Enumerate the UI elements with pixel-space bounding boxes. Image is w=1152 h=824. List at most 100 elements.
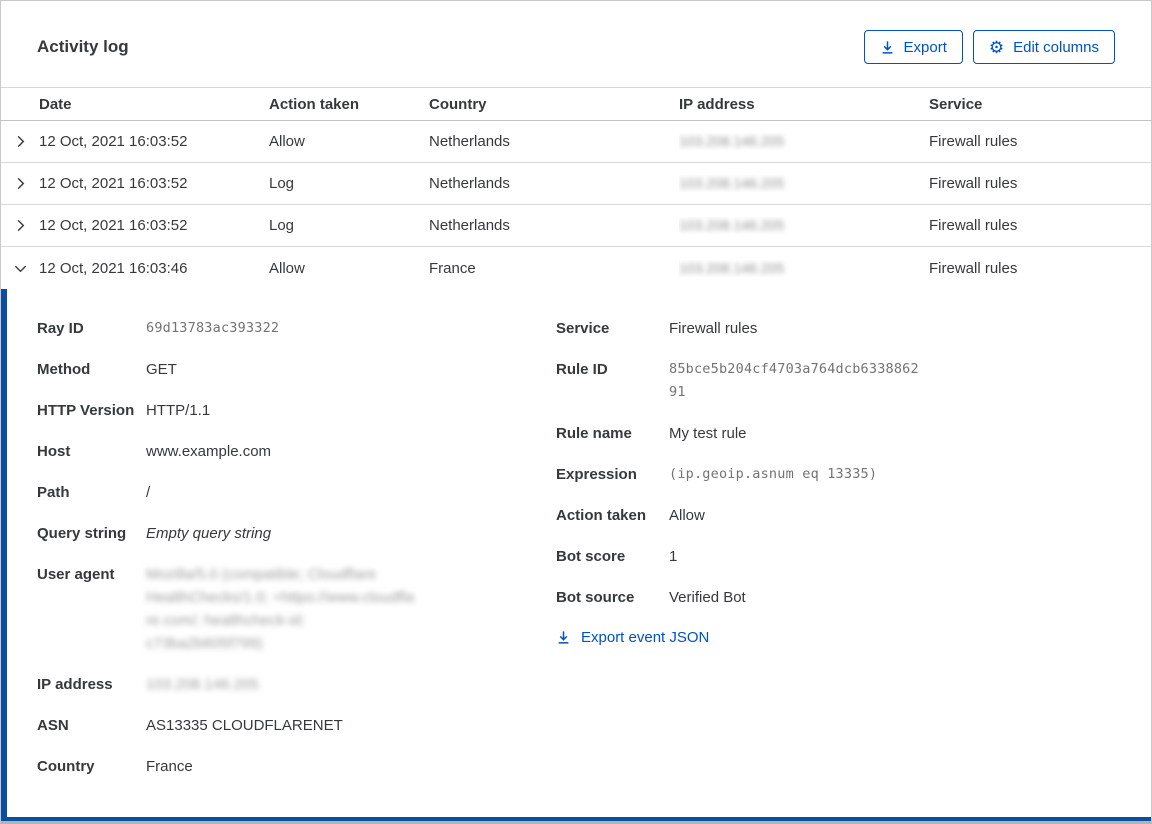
cell-country: Netherlands — [429, 133, 510, 150]
detail-field-label: IP address — [37, 676, 113, 693]
download-icon — [880, 40, 895, 55]
export-event-json-link[interactable]: Export event JSON — [556, 629, 709, 646]
detail-left-column: Ray ID 69d13783ac393322 Method GET HTTP … — [7, 317, 556, 817]
column-header-action-taken: Action taken — [269, 95, 360, 113]
cell-service: Firewall rules — [929, 259, 1018, 277]
detail-field-value: Mozilla/5.0 (compatible; Cloudflare Healt… — [146, 566, 415, 652]
activity-log-panel: Activity log Export ⚙ Edit columns Date … — [0, 0, 1152, 824]
chevron-down-icon[interactable] — [13, 261, 28, 276]
detail-field-value: GET — [146, 361, 177, 378]
detail-field: Host www.example.com — [37, 440, 556, 463]
export-button[interactable]: Export — [863, 30, 963, 64]
detail-field: Bot score 1 — [556, 545, 1151, 568]
detail-field: Action taken Allow — [556, 504, 1151, 527]
column-header-date: Date — [39, 95, 72, 113]
detail-field-label: Country — [37, 758, 95, 775]
detail-field-label: Service — [556, 320, 610, 337]
cell-ip-address-redacted: 103.208.146.205 — [679, 175, 785, 191]
chevron-right-icon[interactable] — [13, 134, 28, 149]
chevron-right-icon[interactable] — [13, 176, 28, 191]
cell-service: Firewall rules — [929, 133, 1018, 150]
detail-field: Query string Empty query string — [37, 522, 556, 545]
download-icon — [556, 630, 571, 645]
detail-field-label: Host — [37, 443, 71, 460]
detail-field-value: (ip.geoip.asnum eq 13335) — [669, 466, 878, 482]
table-header-row: Date Action taken Country IP address Ser… — [1, 87, 1151, 121]
detail-field: Method GET — [37, 358, 556, 381]
detail-field-value: 1 — [669, 548, 678, 565]
cell-action-taken: Log — [269, 217, 295, 234]
detail-field-value: 85bce5b204cf4703a764dcb633886291 — [669, 361, 919, 400]
detail-field-value: AS13335 CLOUDFLARENET — [146, 717, 343, 734]
detail-field: ASN AS13335 CLOUDFLARENET — [37, 714, 556, 737]
detail-field-value: Verified Bot — [669, 589, 746, 606]
detail-field: Bot source Verified Bot — [556, 586, 1151, 609]
detail-field-label: Path — [37, 484, 70, 501]
detail-field-label: User agent — [37, 566, 115, 583]
detail-field-label: Expression — [556, 466, 637, 483]
table-row[interactable]: 12 Oct, 2021 16:03:52 Log Netherlands 10… — [1, 205, 1151, 247]
column-header-country: Country — [429, 95, 487, 113]
cell-ip-address-redacted: 103.208.146.205 — [679, 217, 785, 233]
detail-field: IP address 103.208.146.205 — [37, 673, 556, 696]
cell-service: Firewall rules — [929, 175, 1018, 192]
bottom-accent-bar — [1, 817, 1151, 821]
gear-icon: ⚙ — [988, 37, 1005, 57]
cell-action-taken: Log — [269, 175, 295, 192]
table-body: 12 Oct, 2021 16:03:52 Allow Netherlands … — [1, 121, 1151, 289]
detail-field: User agent Mozilla/5.0 (compatible; Clou… — [37, 563, 556, 655]
detail-field-label: Action taken — [556, 507, 647, 524]
export-event-json-label: Export event JSON — [581, 629, 710, 646]
table-row[interactable]: 12 Oct, 2021 16:03:52 Allow Netherlands … — [1, 121, 1151, 163]
detail-field: Expression (ip.geoip.asnum eq 13335) — [556, 463, 1151, 486]
detail-field-value: Firewall rules — [669, 320, 758, 337]
detail-field-label: Bot source — [556, 589, 635, 606]
cell-date: 12 Oct, 2021 16:03:46 — [39, 259, 188, 277]
detail-field: Rule ID 85bce5b204cf4703a764dcb633886291 — [556, 358, 1151, 404]
detail-field-value: Empty query string — [146, 525, 272, 542]
edit-columns-button[interactable]: ⚙ Edit columns — [972, 30, 1115, 64]
detail-field: Rule name My test rule — [556, 422, 1151, 445]
chevron-right-icon[interactable] — [13, 218, 28, 233]
cell-date: 12 Oct, 2021 16:03:52 — [39, 175, 188, 192]
cell-date: 12 Oct, 2021 16:03:52 — [39, 217, 188, 234]
edit-columns-button-label: Edit columns — [1013, 38, 1099, 56]
detail-field-label: Method — [37, 361, 91, 378]
cell-action-taken: Allow — [269, 133, 305, 150]
detail-field-value: HTTP/1.1 — [146, 402, 211, 419]
cell-country: Netherlands — [429, 217, 510, 234]
detail-field-label: Ray ID — [37, 320, 84, 337]
cell-country: Netherlands — [429, 175, 510, 192]
detail-field-value: 69d13783ac393322 — [146, 320, 280, 336]
toolbar: Export ⚙ Edit columns — [863, 30, 1115, 64]
cell-date: 12 Oct, 2021 16:03:52 — [39, 133, 188, 150]
detail-field-label: HTTP Version — [37, 402, 135, 419]
detail-field: HTTP Version HTTP/1.1 — [37, 399, 556, 422]
cell-ip-address-redacted: 103.208.146.205 — [679, 259, 785, 276]
detail-field-label: Bot score — [556, 548, 626, 565]
column-header-ip-address: IP address — [679, 95, 755, 113]
detail-field: Service Firewall rules — [556, 317, 1151, 340]
detail-field: Ray ID 69d13783ac393322 — [37, 317, 556, 340]
column-header-service: Service — [929, 95, 983, 113]
detail-right-column: Service Firewall rules Rule ID 85bce5b20… — [556, 317, 1151, 817]
detail-field-value: www.example.com — [146, 443, 272, 460]
table-row[interactable]: 12 Oct, 2021 16:03:46 Allow France 103.2… — [1, 247, 1151, 289]
detail-field-value: / — [146, 484, 151, 501]
export-button-label: Export — [903, 38, 947, 56]
cell-country: France — [429, 259, 476, 277]
table-row[interactable]: 12 Oct, 2021 16:03:52 Log Netherlands 10… — [1, 163, 1151, 205]
cell-service: Firewall rules — [929, 217, 1018, 234]
detail-field-label: Rule name — [556, 425, 632, 442]
detail-field-label: Query string — [37, 525, 127, 542]
detail-field-label: ASN — [37, 717, 69, 734]
detail-field-value: Allow — [669, 507, 705, 524]
page-title: Activity log — [37, 37, 129, 56]
detail-field: Path / — [37, 481, 556, 504]
cell-action-taken: Allow — [269, 259, 305, 277]
detail-field-value: France — [146, 758, 193, 775]
detail-field: Country France — [37, 755, 556, 778]
detail-field-value: My test rule — [669, 425, 747, 442]
cell-ip-address-redacted: 103.208.146.205 — [679, 133, 785, 149]
detail-field-value: 103.208.146.205 — [146, 676, 259, 693]
